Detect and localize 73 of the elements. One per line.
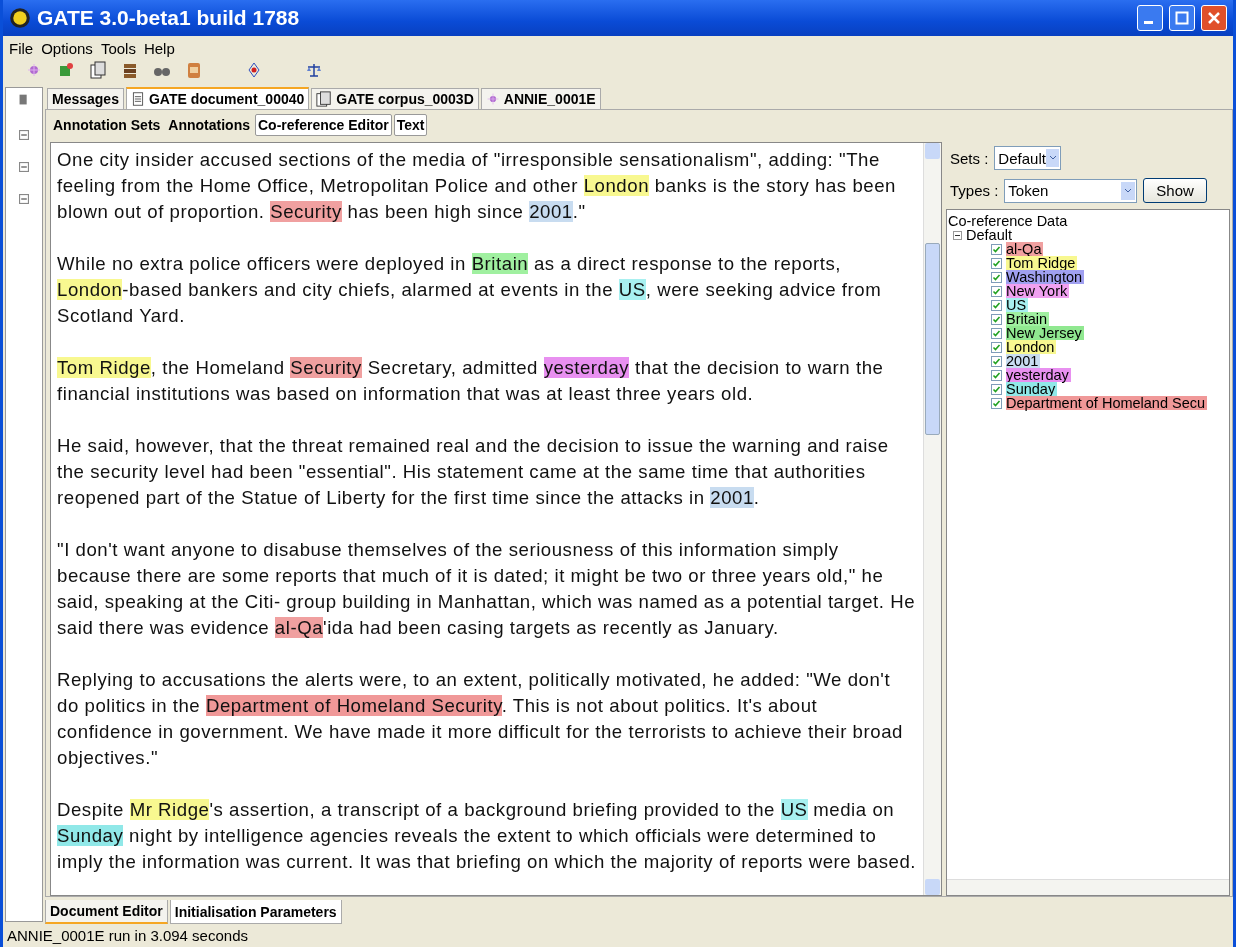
scrollbar[interactable] — [923, 143, 941, 895]
close-button[interactable] — [1201, 5, 1227, 31]
tab[interactable]: ANNIE_0001E — [480, 88, 601, 109]
jar-icon[interactable] — [185, 61, 203, 79]
chain-label[interactable]: US — [1006, 298, 1029, 312]
puzzle-icon[interactable] — [57, 61, 75, 79]
types-label: Types : — [950, 182, 999, 199]
checkbox[interactable] — [991, 327, 1002, 339]
menu-item[interactable]: Options — [41, 40, 93, 57]
view-toggle[interactable]: Annotations — [165, 114, 253, 136]
paragraph: Replying to accusations the alerts were, to an extent, politically motivated, he added: "We don't do politics in the Department of Homeland Security. This is not about politics. It's about confidence in government. We have made it more difficult for the terrorists to achieve their broad objectives." — [57, 668, 904, 770]
chain-label[interactable]: Britain — [1006, 312, 1050, 326]
chain-label[interactable]: 2001 — [1006, 354, 1041, 368]
view-toggle[interactable]: Co-reference Editor — [255, 114, 392, 136]
types-dropdown[interactable]: Token — [1004, 178, 1138, 203]
checkbox[interactable] — [991, 397, 1002, 409]
tab[interactable]: GATE corpus_0003D — [311, 88, 479, 109]
chain-label[interactable]: al-Qa — [1006, 242, 1044, 256]
sparkle-icon — [485, 92, 500, 106]
tree-node[interactable]: Default — [966, 228, 1012, 242]
chain-label[interactable]: Sunday — [1006, 382, 1058, 396]
chain-label[interactable]: Washington — [1006, 270, 1085, 284]
logo-icon — [9, 7, 31, 29]
close-icon — [1207, 11, 1221, 25]
view-toggle[interactable]: Annotation Sets — [50, 114, 164, 136]
tab[interactable]: Initialisation Parameters — [169, 900, 342, 924]
document-icon — [130, 91, 145, 107]
paragraph: While no extra police officers were deployed in Britain as a direct response to the reports, London-based bankers and city chiefs, alarmed at events in the US, were seeking advice from Scotland Yard. — [57, 252, 883, 328]
checkbox[interactable] — [991, 369, 1002, 381]
tab[interactable]: Messages — [47, 88, 124, 109]
collapse-icon[interactable] — [953, 230, 962, 240]
stack-icon[interactable] — [121, 61, 139, 79]
paragraph: One city insider accused sections of the media of "irresponsible sensationalism", adding: "The feeling from the Home Office, Metropolitan Police and other London banks is the story has been blown out of proportion. Security has been high since 2001." — [57, 148, 897, 224]
maximize-button[interactable] — [1169, 5, 1195, 31]
minimize-icon — [1143, 20, 1153, 24]
checkbox[interactable] — [991, 285, 1002, 297]
documents-icon[interactable] — [89, 61, 107, 79]
chain-label[interactable]: Tom Ridge — [1006, 256, 1078, 270]
checkbox[interactable] — [991, 271, 1002, 283]
paragraph: "I don't want anyone to disabuse themselves of the seriousness of this information simply because there are some reports that much of it is dated; it might be two or three years old," he said, speaking at the Citi- group building in Manhattan, which was named as a potential target. He said there was evidence al-Qa'ida had been casing targets as recently as January. — [57, 538, 917, 640]
sets-label: Sets : — [950, 149, 989, 167]
chain-label[interactable]: New York — [1006, 284, 1070, 298]
tree-root: Co-reference Data — [948, 214, 1068, 228]
view-toggle[interactable]: Text — [393, 114, 428, 136]
checkbox[interactable] — [991, 257, 1002, 269]
scales-icon[interactable] — [305, 61, 323, 79]
menu-item[interactable]: File — [9, 40, 34, 57]
paragraph: He said, however, that the threat remained real and the decision to issue the warning and raise the security level had been "essential". His statement came at the same time that authorities reopened part of the Statue of Liberty for the first time since the attacks in 2001. — [57, 434, 890, 510]
checkbox[interactable] — [991, 383, 1002, 395]
tab[interactable]: GATE document_00040 — [125, 87, 310, 109]
maximize-icon — [1175, 11, 1189, 25]
status-text: ANNIE_0001E run in 3.094 seconds — [6, 926, 249, 946]
menu-item[interactable]: Help — [143, 40, 175, 57]
checkbox[interactable] — [991, 341, 1002, 353]
tab[interactable]: Document Editor — [45, 900, 168, 924]
checkbox[interactable] — [991, 355, 1002, 367]
chain-label[interactable]: Department of Homeland Secu — [1006, 396, 1208, 410]
scrollbar[interactable] — [947, 879, 1229, 895]
menu-item[interactable]: Tools — [100, 40, 136, 57]
documents-icon — [316, 91, 333, 107]
chain-label[interactable]: yesterday — [1006, 368, 1071, 382]
paragraph: Tom Ridge, the Homeland Security Secretary, admitted yesterday that the decision to warn the financial institutions was based on information that was at least three years old. — [57, 356, 885, 406]
window-title: GATE 3.0-beta1 build 1788 — [37, 6, 301, 30]
sets-dropdown[interactable]: Default — [994, 146, 1062, 170]
show-button[interactable]: Show — [1143, 178, 1207, 203]
sparkle-icon[interactable] — [25, 61, 43, 79]
checkbox[interactable] — [991, 243, 1002, 255]
paragraph: Despite Mr Ridge's assertion, a transcript of a background briefing provided to the US media on Sunday night by intelligence agencies reveals the extent to which officials were determined to imply the information was current. It was that briefing on which the majority of reports were based. — [57, 798, 917, 874]
chain-label[interactable]: London — [1006, 340, 1057, 354]
minimize-button[interactable] — [1137, 5, 1163, 31]
chain-label[interactable]: New Jersey — [1006, 326, 1084, 340]
checkbox[interactable] — [991, 299, 1002, 311]
checkbox[interactable] — [991, 313, 1002, 325]
